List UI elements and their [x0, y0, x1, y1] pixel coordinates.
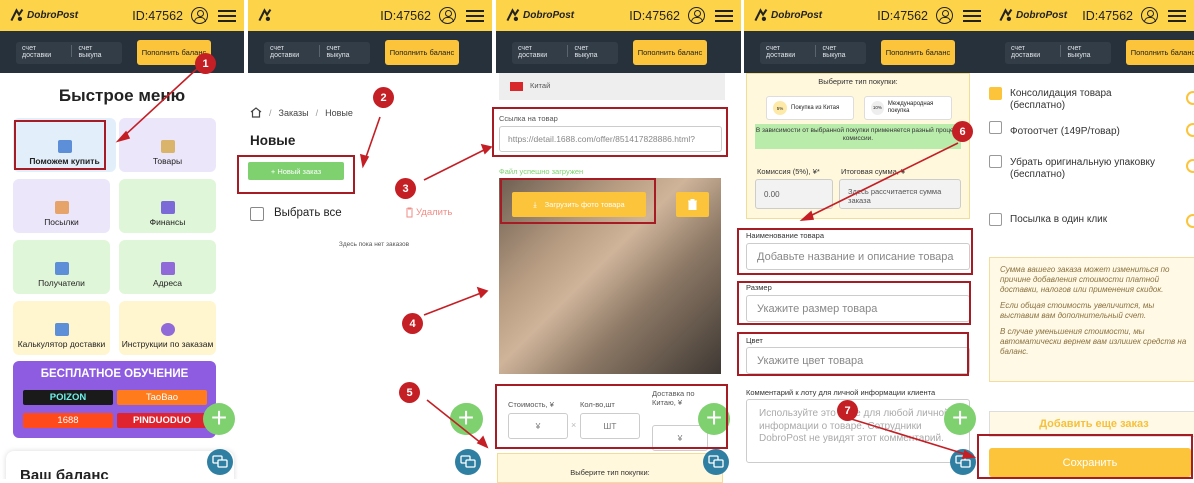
highlight-color: [737, 332, 969, 376]
step-badge-4: 4: [402, 313, 423, 334]
highlight-help-buy: [14, 120, 106, 170]
highlight-size: [737, 281, 971, 325]
step-badge-2: 2: [373, 87, 394, 108]
step-badge-6: 6: [952, 121, 973, 142]
highlight-save: [977, 434, 1193, 479]
step-badge-5: 5: [399, 382, 420, 403]
highlight-upload: [500, 178, 656, 224]
step-badge-7: 7: [837, 400, 858, 421]
highlight-link: [492, 107, 728, 157]
step-badge-1: 1: [195, 53, 216, 74]
highlight-new-order: [237, 155, 355, 194]
highlight-price: [495, 384, 728, 449]
highlight-name: [737, 228, 973, 275]
step-badge-3: 3: [395, 178, 416, 199]
